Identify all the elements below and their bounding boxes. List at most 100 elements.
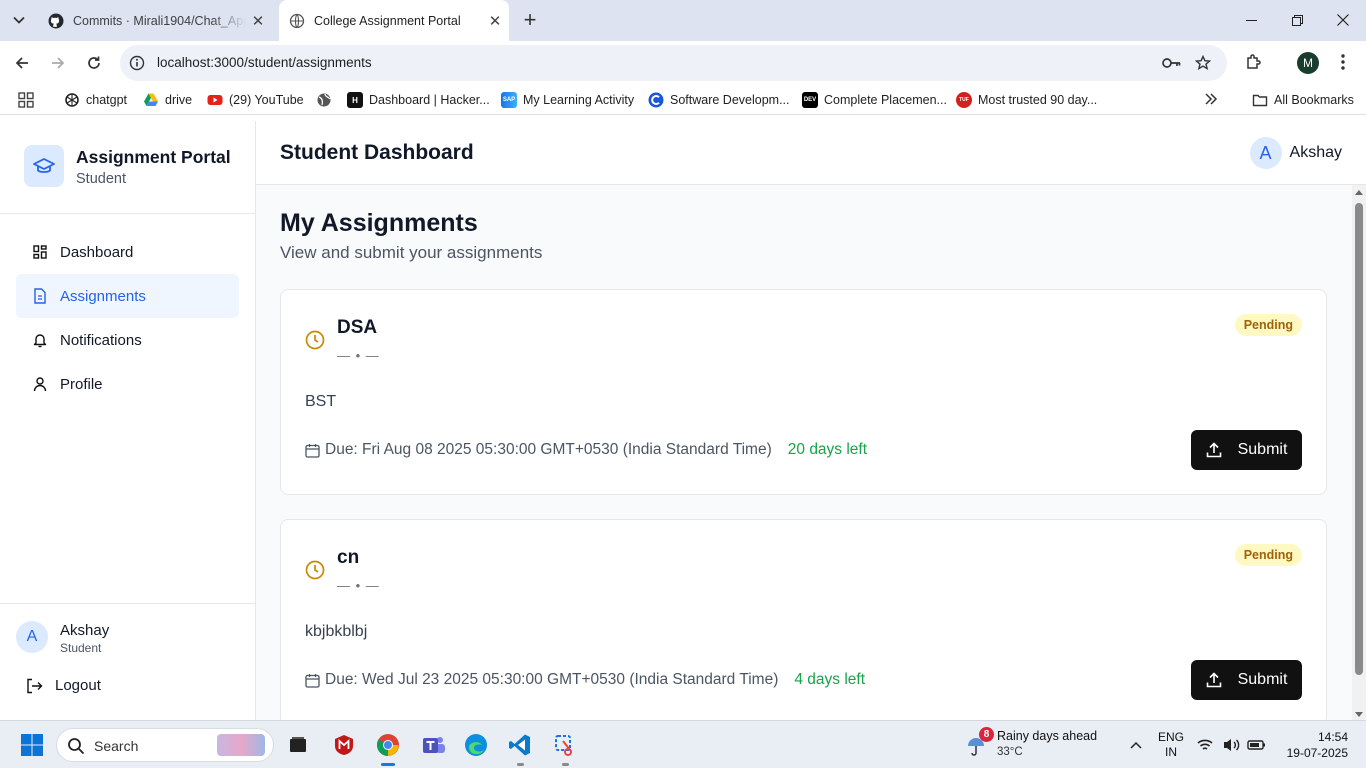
search-placeholder: Search (94, 738, 139, 754)
password-key-icon[interactable] (1161, 55, 1181, 71)
arrow-right-icon (52, 57, 65, 69)
taskbar-teams[interactable] (418, 729, 450, 761)
assignment-meta: — • — (337, 348, 380, 363)
user-icon (32, 376, 48, 392)
close-window-button[interactable] (1320, 0, 1366, 40)
clock-time: 14:54 (1317, 730, 1348, 744)
quick-settings-button[interactable] (1196, 729, 1270, 761)
bookmark-label: Software Developm... (670, 93, 790, 107)
more-bookmarks-button[interactable] (1204, 92, 1218, 106)
sidebar-item-notifications[interactable]: Notifications (16, 318, 239, 362)
bookmark-software[interactable]: Software Developm... (648, 92, 790, 108)
kebab-menu-icon (1341, 54, 1345, 70)
taskbar-chrome[interactable] (372, 729, 404, 761)
all-bookmarks[interactable]: All Bookmarks (1252, 92, 1354, 108)
task-view-icon (290, 737, 306, 752)
menu-button[interactable] (1338, 53, 1348, 71)
vscode-icon (509, 734, 530, 756)
browser-tab-github[interactable]: Commits · Mirali1904/Chat_App ✕ (38, 0, 272, 41)
mcafee-icon (335, 735, 353, 755)
arrow-left-icon (15, 57, 28, 69)
taskbar-search[interactable]: Search (56, 728, 274, 762)
tab-search-button[interactable] (8, 10, 30, 30)
bookmark-drive[interactable]: drive (143, 92, 192, 108)
open-app-indicator (517, 763, 524, 766)
apps-button[interactable] (18, 92, 34, 108)
profile-avatar[interactable]: M (1297, 52, 1319, 74)
avatar: A (1249, 137, 1282, 169)
edge-icon (465, 734, 487, 756)
bookmark-chatgpt[interactable]: chatgpt (64, 92, 127, 108)
taskbar-task-view[interactable] (282, 729, 314, 761)
bookmark-globe[interactable] (316, 92, 338, 108)
bookmark-youtube[interactable]: (29) YouTube (207, 92, 304, 108)
submit-button[interactable]: Submit (1191, 660, 1302, 700)
bookmarks-bar: chatgpt drive (29) YouTube H Dashboard |… (0, 85, 1366, 115)
logout-button[interactable]: Logout (26, 677, 101, 694)
sidebar-item-profile[interactable]: Profile (16, 362, 239, 406)
sidebar-item-assignments[interactable]: Assignments (16, 274, 239, 318)
sidebar-item-dashboard[interactable]: Dashboard (16, 230, 239, 274)
page-scrollbar[interactable] (1352, 185, 1366, 720)
show-hidden-icons-button[interactable] (1120, 729, 1152, 761)
taskbar-mcafee[interactable] (328, 729, 360, 761)
all-bookmarks-label: All Bookmarks (1274, 93, 1354, 107)
close-tab-icon[interactable]: ✕ (250, 13, 266, 30)
extensions-button[interactable] (1245, 53, 1263, 71)
bookmark-label: drive (165, 93, 193, 107)
assignment-description: BST (305, 393, 337, 410)
forward-button[interactable] (48, 53, 68, 73)
new-tab-button[interactable]: + (520, 9, 540, 31)
bookmark-star-icon[interactable] (1195, 55, 1211, 71)
browser-toolbar: localhost:3000/student/assignments M (0, 41, 1366, 85)
search-highlight-image (217, 734, 265, 756)
minimize-button[interactable] (1228, 0, 1274, 40)
page-title: My Assignments (280, 209, 478, 237)
bookmark-learning[interactable]: SAP My Learning Activity (501, 92, 634, 108)
clock[interactable]: 14:54 19-07-2025 (1287, 729, 1348, 761)
reload-icon (88, 56, 100, 69)
restore-icon (1291, 14, 1303, 26)
restore-button[interactable] (1274, 0, 1320, 40)
taskbar-vscode[interactable] (504, 729, 536, 761)
close-tab-icon[interactable]: ✕ (487, 13, 503, 30)
bookmark-label: My Learning Activity (523, 93, 635, 107)
due-date-text: Due: Wed Jul 23 2025 05:30:00 GMT+0530 (… (325, 671, 779, 688)
bell-icon (32, 332, 48, 348)
apps-grid-icon (18, 92, 34, 108)
site-info-icon[interactable] (129, 55, 145, 71)
file-icon (32, 288, 48, 304)
browser-tab-portal[interactable]: College Assignment Portal ✕ (279, 0, 509, 41)
sidebar-item-label: Assignments (60, 287, 146, 305)
sap-icon: SAP (501, 92, 517, 108)
weather-temp: 33°C (997, 746, 1023, 758)
back-button[interactable] (12, 53, 32, 73)
submit-button[interactable]: Submit (1191, 430, 1302, 470)
calendar-icon (305, 673, 320, 688)
status-badge: Pending (1234, 314, 1302, 336)
header-user[interactable]: A Akshay (1249, 137, 1342, 169)
address-bar[interactable]: localhost:3000/student/assignments (120, 45, 1227, 81)
scrollbar-thumb[interactable] (1355, 203, 1363, 675)
reload-button[interactable] (84, 53, 104, 73)
sidebar-item-label: Profile (60, 375, 103, 393)
scroll-down-arrow-icon[interactable] (1355, 712, 1363, 717)
language-indicator[interactable]: ENG IN (1158, 730, 1184, 760)
globe-icon (317, 93, 331, 107)
taskbar: Search 8 Rainy days ahead 33°C ENG IN 14… (0, 720, 1366, 768)
days-left: 4 days left (794, 671, 866, 688)
taskbar-edge[interactable] (460, 729, 492, 761)
bookmark-placement[interactable]: DEV Complete Placemen... (802, 92, 947, 108)
scroll-up-arrow-icon[interactable] (1355, 190, 1363, 195)
url-text[interactable]: localhost:3000/student/assignments (157, 55, 372, 70)
main-content: My Assignments View and submit your assi… (256, 185, 1352, 720)
taskbar-snipping-tool[interactable] (549, 729, 581, 761)
start-button[interactable] (16, 729, 48, 761)
weather-widget[interactable]: 8 Rainy days ahead 33°C (966, 726, 1106, 764)
upload-icon (1206, 672, 1222, 688)
logout-icon (26, 678, 43, 694)
bookmark-hackerrank[interactable]: H Dashboard | Hacker... (347, 92, 490, 108)
drive-icon (144, 93, 158, 106)
assignment-due: Due: Wed Jul 23 2025 05:30:00 GMT+0530 (… (305, 671, 865, 689)
bookmark-tuf[interactable]: TUF Most trusted 90 day... (956, 92, 1097, 108)
